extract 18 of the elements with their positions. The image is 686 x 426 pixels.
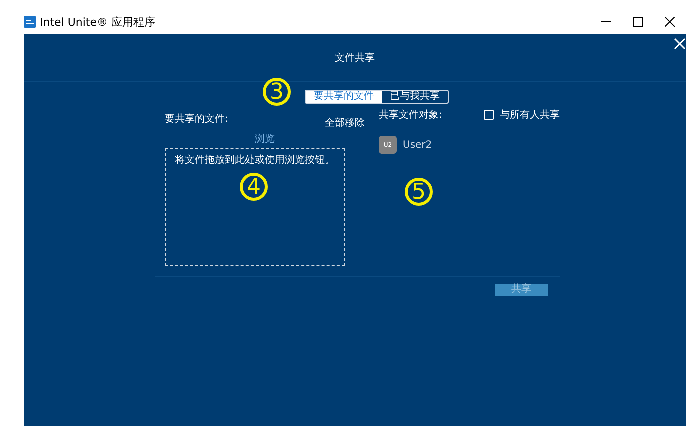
window-title: Intel Unite® 应用程序 [40, 14, 156, 30]
drop-hint: 将文件拖放到此处或使用浏览按钮。 [175, 154, 335, 167]
recipients-label: 共享文件对象: [379, 108, 442, 122]
share-all-checkbox[interactable] [484, 110, 494, 120]
tab[interactable]: 已与我共享 [382, 91, 448, 103]
share-all-label: 与所有人共享 [500, 108, 560, 122]
user-name[interactable]: User2 [403, 140, 432, 150]
files-label: 要共享的文件: [165, 112, 228, 126]
callout-number: 4 [240, 173, 268, 201]
maximize-icon[interactable] [633, 17, 643, 27]
callout-number: 5 [405, 178, 433, 206]
remove-all-link[interactable]: 全部移除 [325, 116, 365, 130]
callout-number: 3 [263, 78, 291, 106]
browse-link[interactable]: 浏览 [255, 132, 275, 146]
dialog-title: 文件共享 [335, 52, 375, 64]
dialog-close-button[interactable] [674, 38, 686, 50]
tab[interactable]: 要共享的文件 [306, 91, 382, 103]
close-icon[interactable] [665, 17, 675, 27]
